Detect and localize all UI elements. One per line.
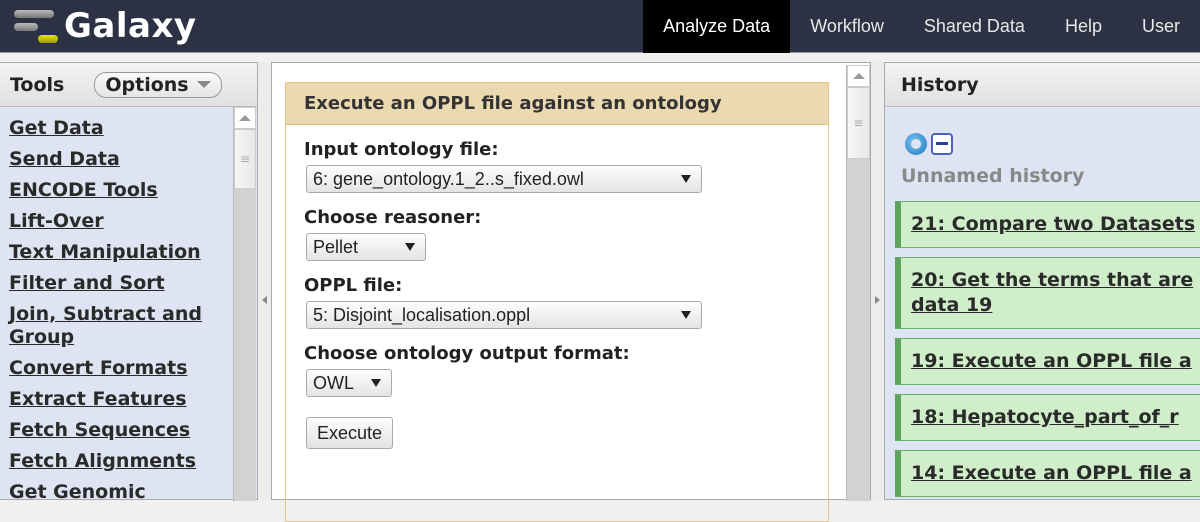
tool-section-filter-and-sort[interactable]: Filter and Sort [9, 268, 232, 299]
history-panel: History Unnamed history 21: Compare two … [884, 62, 1200, 500]
select-value: OWL [313, 372, 355, 393]
field-output-format: Choose ontology output format: OWL [304, 343, 810, 397]
collapse-right-icon [875, 296, 880, 304]
tool-form-title: Execute an OPPL file against an ontology [286, 83, 828, 125]
scroll-up-icon[interactable] [847, 65, 870, 87]
tool-form: Execute an OPPL file against an ontology… [285, 82, 829, 522]
tools-scrollbar[interactable]: ≡ [233, 107, 256, 501]
tool-section-fetch-sequences[interactable]: Fetch Sequences [9, 415, 232, 446]
nav-shared-data[interactable]: Shared Data [904, 0, 1045, 53]
options-label: Options [105, 73, 189, 96]
history-title: History [885, 63, 1200, 107]
tool-section-join-subtract-group[interactable]: Join, Subtract and Group [9, 299, 232, 353]
nav-analyze-data[interactable]: Analyze Data [643, 0, 791, 53]
history-item-title[interactable]: 18: Hepatocyte_part_of_r [911, 405, 1200, 430]
refresh-icon[interactable] [905, 133, 927, 155]
field-reasoner: Choose reasoner: Pellet [304, 207, 810, 261]
history-item-title[interactable]: 14: Execute an OPPL file a [911, 461, 1200, 486]
tool-list: Get Data Send Data ENCODE Tools Lift-Ove… [0, 107, 232, 508]
history-name[interactable]: Unnamed history [901, 165, 1084, 187]
field-label: Choose ontology output format: [304, 343, 630, 364]
tool-section-extract-features[interactable]: Extract Features [9, 384, 232, 415]
history-item-title[interactable]: 19: Execute an OPPL file a [911, 349, 1200, 374]
dropdown-arrow-icon [405, 243, 415, 251]
scrollbar-thumb[interactable]: ≡ [234, 129, 256, 189]
select-value: Pellet [313, 236, 359, 257]
field-label: OPPL file: [304, 275, 403, 296]
field-oppl-file: OPPL file: 5: Disjoint_localisation.oppl [304, 275, 810, 329]
tools-panel: Tools Options Get Data Send Data ENCODE … [0, 62, 258, 503]
tool-section-convert-formats[interactable]: Convert Formats [9, 353, 232, 384]
top-nav: Analyze Data Workflow Shared Data Help U… [643, 0, 1200, 53]
right-panel-collapse-handle[interactable] [871, 62, 884, 500]
nav-user[interactable]: User [1122, 0, 1200, 53]
history-item[interactable]: 18: Hepatocyte_part_of_r [895, 394, 1200, 441]
input-ontology-select[interactable]: 6: gene_ontology.1_2..s_fixed.owl [306, 165, 702, 193]
execute-button[interactable]: Execute [306, 417, 394, 449]
scroll-up-icon[interactable] [234, 107, 256, 129]
history-list: 21: Compare two Datasets 20: Get the ter… [895, 201, 1200, 499]
nav-help[interactable]: Help [1045, 0, 1122, 53]
collapse-all-icon[interactable] [931, 133, 953, 155]
chevron-down-icon [196, 81, 211, 88]
history-item-title[interactable]: 20: Get the terms that are [911, 268, 1200, 293]
history-item-title[interactable]: 21: Compare two Datasets [911, 212, 1200, 237]
field-label: Choose reasoner: [304, 207, 482, 228]
tool-section-send-data[interactable]: Send Data [9, 144, 232, 175]
galaxy-logo-icon [10, 4, 60, 48]
tool-form-body: Input ontology file: 6: gene_ontology.1_… [286, 125, 828, 463]
field-input-ontology: Input ontology file: 6: gene_ontology.1_… [304, 139, 810, 193]
field-label: Input ontology file: [304, 139, 499, 160]
history-item-title-line2[interactable]: data 19 [911, 293, 1200, 318]
scrollbar-thumb[interactable]: ≡ [847, 87, 870, 159]
tool-section-fetch-alignments[interactable]: Fetch Alignments [9, 446, 232, 477]
tool-section-text-manipulation[interactable]: Text Manipulation [9, 237, 232, 268]
tool-section-get-data[interactable]: Get Data [9, 113, 232, 144]
tool-section-lift-over[interactable]: Lift-Over [9, 206, 232, 237]
dropdown-arrow-icon [371, 379, 381, 387]
nav-workflow[interactable]: Workflow [790, 0, 904, 53]
reasoner-select[interactable]: Pellet [306, 233, 426, 261]
history-item[interactable]: 14: Execute an OPPL file a [895, 450, 1200, 497]
brand[interactable]: Galaxy [10, 4, 197, 48]
history-item[interactable]: 20: Get the terms that are data 19 [895, 257, 1200, 329]
oppl-file-select[interactable]: 5: Disjoint_localisation.oppl [306, 301, 702, 329]
select-value: 5: Disjoint_localisation.oppl [313, 304, 531, 325]
left-panel-collapse-handle[interactable] [258, 62, 271, 500]
history-item[interactable]: 21: Compare two Datasets [895, 201, 1200, 248]
collapse-left-icon [262, 296, 267, 304]
dropdown-arrow-icon [681, 311, 691, 319]
select-value: 6: gene_ontology.1_2..s_fixed.owl [313, 168, 584, 189]
options-button[interactable]: Options [94, 71, 222, 98]
dropdown-arrow-icon [681, 175, 691, 183]
tools-title: Tools [10, 73, 65, 96]
center-panel: Execute an OPPL file against an ontology… [271, 62, 871, 522]
history-item[interactable]: 19: Execute an OPPL file a [895, 338, 1200, 385]
masthead: Galaxy Analyze Data Workflow Shared Data… [0, 0, 1200, 53]
output-format-select[interactable]: OWL [306, 369, 392, 397]
tools-panel-header: Tools Options [0, 63, 257, 107]
history-actions [905, 133, 953, 155]
brand-title: Galaxy [64, 6, 197, 46]
tool-section-get-genomic[interactable]: Get Genomic [9, 477, 232, 508]
tool-section-encode-tools[interactable]: ENCODE Tools [9, 175, 232, 206]
center-scrollbar[interactable]: ≡ [846, 65, 870, 501]
